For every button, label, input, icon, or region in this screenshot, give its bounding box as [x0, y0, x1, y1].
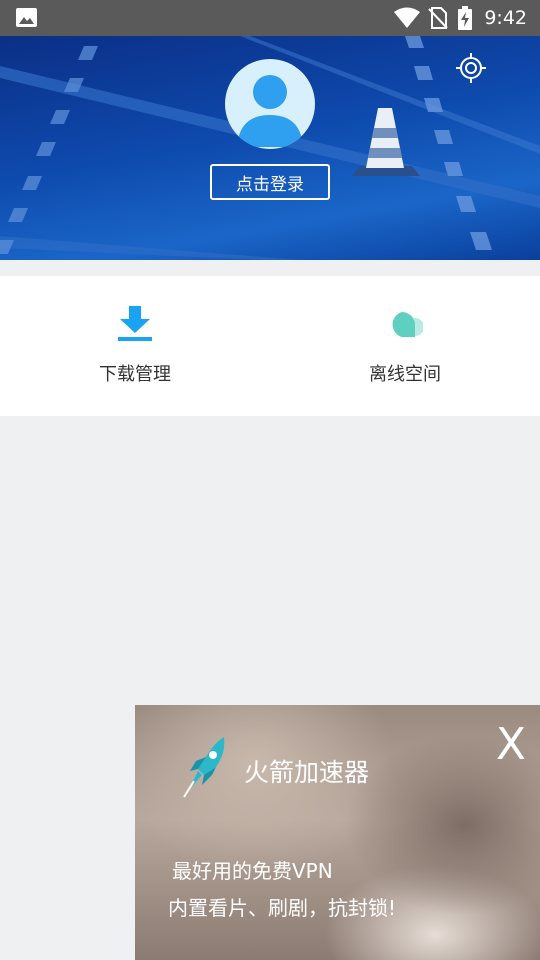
profile-header: 点击登录 — [0, 36, 540, 260]
battery-charging-icon — [458, 6, 473, 30]
offline-space-entry[interactable]: 离线空间 — [270, 276, 540, 416]
wifi-icon — [394, 7, 421, 28]
download-manager-label: 下载管理 — [99, 364, 171, 385]
ad-banner[interactable]: X 火箭加速器 最好用的免费VPN 内置看片、刷剧，抗封锁! — [135, 705, 540, 960]
status-bar: 9:42 — [0, 0, 540, 36]
offline-space-label: 离线空间 — [369, 364, 441, 385]
ad-slogan-line-1: 最好用的免费VPN — [172, 859, 333, 883]
cloud-icon — [392, 312, 423, 337]
ad-title: 火箭加速器 — [244, 758, 370, 787]
function-panel: 下载管理 离线空间 — [0, 276, 540, 416]
no-sim-icon — [428, 7, 449, 29]
user-avatar-icon — [237, 75, 303, 147]
download-manager-entry[interactable]: 下载管理 — [0, 276, 270, 416]
ad-slogan-line-2: 内置看片、刷剧，抗封锁! — [168, 896, 397, 920]
download-icon — [118, 306, 152, 341]
rocket-icon — [183, 737, 225, 798]
login-button[interactable]: 点击登录 — [210, 164, 330, 200]
ad-close-button[interactable]: X — [496, 723, 526, 767]
clock: 9:42 — [484, 7, 527, 29]
gallery-icon — [16, 8, 37, 27]
avatar[interactable] — [225, 59, 315, 149]
settings-icon[interactable] — [455, 52, 487, 84]
